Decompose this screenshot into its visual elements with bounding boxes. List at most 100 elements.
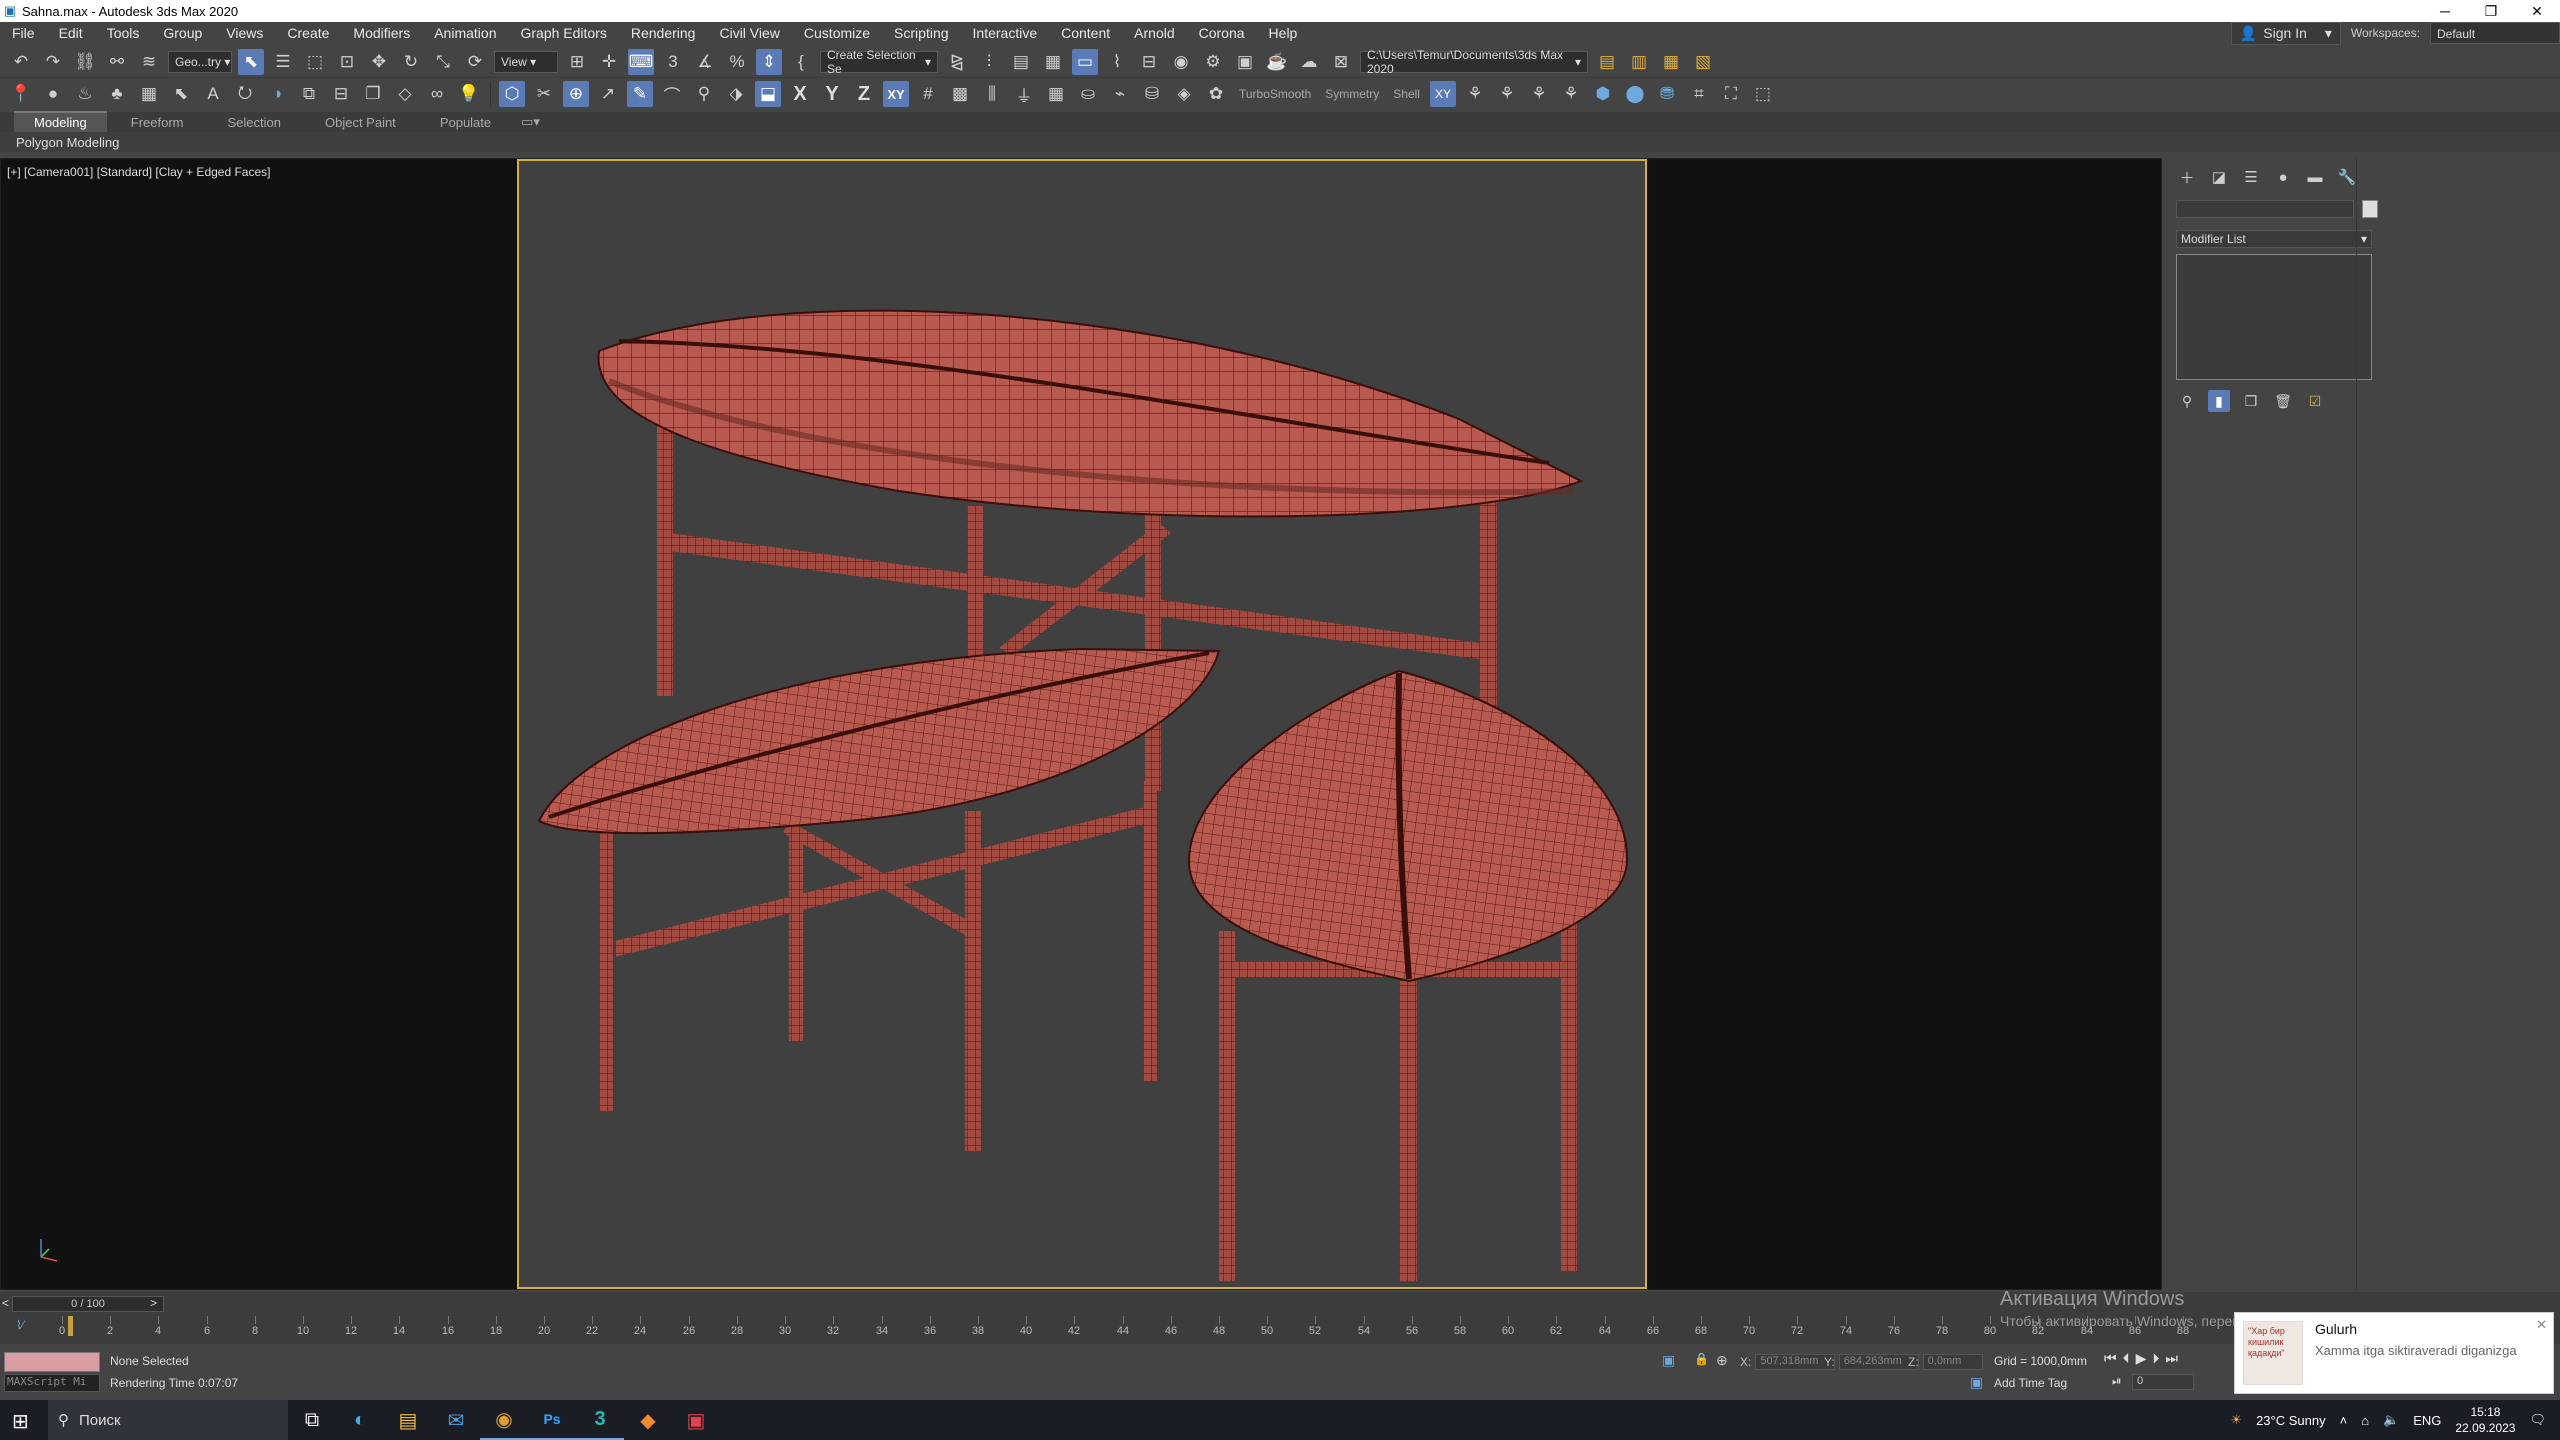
pin-icon[interactable]: 📍 bbox=[8, 81, 34, 107]
sphere-icon[interactable]: ● bbox=[40, 81, 66, 107]
edit-named-selection-icon[interactable]: { bbox=[788, 49, 814, 75]
align-icon[interactable]: ⫶ bbox=[976, 49, 1002, 75]
axis-y-button[interactable]: Y bbox=[819, 83, 845, 106]
named-selection-dropdown[interactable]: Create Selection Se ▾ bbox=[820, 48, 938, 76]
grid-icon[interactable]: ▦ bbox=[136, 81, 162, 107]
ribbon-options-icon[interactable]: ▭▾ bbox=[515, 112, 546, 132]
pivot-center-object-icon[interactable]: ⚘ bbox=[1526, 81, 1552, 107]
schematic-view-icon[interactable]: ⊟ bbox=[1136, 49, 1162, 75]
tab-object-paint[interactable]: Object Paint bbox=[305, 113, 416, 132]
axis-z-button[interactable]: Z bbox=[851, 83, 877, 106]
loop-tool-icon[interactable]: ⭮ bbox=[232, 81, 258, 107]
connect-icon[interactable]: ↗ bbox=[595, 81, 621, 107]
relax-icon[interactable]: ⌒ bbox=[659, 81, 685, 107]
track-bar[interactable]: 0 2 4 6 8 10 12 14 16 18 20 22 24 26 28 30 32 34 36 38 40 42 4… bbox=[59, 1316, 2212, 1342]
select-manipulate-icon[interactable]: ✛ bbox=[596, 49, 622, 75]
menu-rendering[interactable]: Rendering bbox=[619, 25, 708, 41]
tab-freeform[interactable]: Freeform bbox=[111, 113, 204, 132]
absolute-mode-icon[interactable]: ⊕ bbox=[1716, 1352, 1728, 1369]
tab-modeling[interactable]: Modeling bbox=[14, 111, 107, 132]
window-crossing-icon[interactable]: ⊡ bbox=[334, 49, 360, 75]
angle-snap-icon[interactable]: ∡ bbox=[692, 49, 718, 75]
time-tag-icon[interactable]: ▣ bbox=[1970, 1374, 1983, 1391]
sign-in-button[interactable]: 👤 Sign In ▾ bbox=[2230, 21, 2341, 45]
time-slider[interactable]: 0 / 100 bbox=[12, 1296, 164, 1312]
cut-tool-icon[interactable]: ✂ bbox=[531, 81, 557, 107]
move-icon[interactable]: ✥ bbox=[366, 49, 392, 75]
bevel-icon[interactable]: ⬗ bbox=[723, 81, 749, 107]
tube-icon[interactable]: ⛁ bbox=[1139, 81, 1165, 107]
viewport[interactable]: [+] [Camera001] [Standard] [Clay + Edged… bbox=[0, 158, 2162, 1290]
material-sphere-icon[interactable]: ◑ bbox=[264, 81, 290, 107]
region-select-icon[interactable]: ⬚ bbox=[302, 49, 328, 75]
taskbar-search[interactable]: ⚲ Поиск bbox=[48, 1400, 288, 1440]
time-slider-next-icon[interactable]: > bbox=[150, 1296, 157, 1310]
tab-populate[interactable]: Populate bbox=[420, 113, 511, 132]
modify-tab-icon[interactable]: ◪ bbox=[2208, 166, 2230, 188]
add-time-tag[interactable]: Add Time Tag bbox=[1994, 1376, 2067, 1390]
link-icon[interactable]: ⛓ bbox=[72, 49, 98, 75]
toast-notification[interactable]: "Хар бир кишилик қадақди" Gulurh Xamma i… bbox=[2234, 1312, 2554, 1394]
language-indicator[interactable]: ENG bbox=[2413, 1413, 2441, 1428]
minimize-button[interactable]: ─ bbox=[2422, 0, 2468, 22]
keyboard-shortcut-override-icon[interactable]: ⌨ bbox=[628, 48, 654, 75]
weather-label[interactable]: 23°C Sunny bbox=[2256, 1413, 2326, 1428]
bucket-icon[interactable]: ⛀ bbox=[1075, 81, 1101, 107]
mirror-axis-icon[interactable]: ⏚ bbox=[1011, 81, 1037, 107]
redo-icon[interactable]: ↷ bbox=[40, 49, 66, 75]
snaps-toggle-icon[interactable]: 3 bbox=[660, 49, 686, 75]
mail-icon[interactable]: ✉ bbox=[432, 1400, 480, 1440]
quad-view-icon[interactable]: ⧉ bbox=[296, 81, 322, 107]
reference-coordinate-dropdown[interactable]: View ▾ bbox=[494, 50, 558, 73]
menu-views[interactable]: Views bbox=[214, 25, 275, 41]
box-primitive-icon[interactable]: ⬢ bbox=[1590, 81, 1616, 107]
render-setup-icon[interactable]: ⚙ bbox=[1200, 49, 1226, 75]
tab-selection[interactable]: Selection bbox=[208, 113, 301, 132]
mirror-object-icon[interactable]: ⊟ bbox=[328, 81, 354, 107]
network-icon[interactable]: ⌂ bbox=[2361, 1413, 2369, 1428]
symmetry-label[interactable]: Symmetry bbox=[1321, 87, 1383, 101]
xy-constraint-icon[interactable]: XY bbox=[1429, 81, 1456, 107]
bind-spacewarp-icon[interactable]: ≋ bbox=[136, 49, 162, 75]
checker-pattern-icon[interactable]: ▦ bbox=[1043, 81, 1069, 107]
polygon-modeling-label[interactable]: Polygon Modeling bbox=[16, 135, 119, 150]
clock[interactable]: 15:18 22.09.2023 bbox=[2455, 1404, 2515, 1436]
app-red-icon[interactable]: ▣ bbox=[672, 1400, 720, 1440]
set-project-icon[interactable]: ▧ bbox=[1690, 49, 1716, 75]
remove-modifier-icon[interactable]: 🗑 bbox=[2272, 390, 2294, 412]
unlink-icon[interactable]: ⚯ bbox=[104, 49, 130, 75]
dotted-rectangle-icon[interactable]: ⛶ bbox=[1718, 81, 1744, 107]
go-to-end-icon[interactable]: ⏭ bbox=[2165, 1350, 2178, 1367]
text-tool-icon[interactable]: A bbox=[200, 81, 226, 107]
maxscript-listener-color[interactable] bbox=[4, 1352, 100, 1372]
paint-select-icon[interactable]: ✎ bbox=[627, 81, 653, 107]
create-project-icon[interactable]: ▥ bbox=[1626, 49, 1652, 75]
undo-icon[interactable]: ↶ bbox=[8, 49, 34, 75]
edge-icon[interactable]: ◐ bbox=[336, 1400, 384, 1440]
link-chain-icon[interactable]: ∞ bbox=[424, 81, 450, 107]
menu-create[interactable]: Create bbox=[275, 25, 341, 41]
menu-customize[interactable]: Customize bbox=[792, 25, 882, 41]
time-slider-prev-icon[interactable]: < bbox=[2, 1296, 9, 1310]
pivot-icon[interactable]: ⚘ bbox=[1462, 81, 1488, 107]
menu-graph-editors[interactable]: Graph Editors bbox=[508, 25, 618, 41]
create-tab-icon[interactable]: ＋ bbox=[2176, 166, 2198, 188]
camera-safe-frame[interactable] bbox=[517, 159, 1647, 1289]
open-project-icon[interactable]: ▦ bbox=[1658, 49, 1684, 75]
start-button[interactable]: ⊞ bbox=[12, 1409, 29, 1434]
volume-icon[interactable]: 🔈 bbox=[2383, 1412, 2399, 1428]
turbosmooth-icon[interactable]: ✿ bbox=[1203, 81, 1229, 107]
select-by-name-icon[interactable]: ☰ bbox=[270, 49, 296, 75]
menu-content[interactable]: Content bbox=[1049, 25, 1122, 41]
render-in-cloud-icon[interactable]: ☁ bbox=[1296, 49, 1322, 75]
object-color-swatch[interactable] bbox=[2362, 200, 2378, 218]
small-leaf-table[interactable] bbox=[1187, 669, 1629, 1281]
isolate-selection-icon[interactable]: ▣ bbox=[1662, 1352, 1675, 1369]
curve-editor-icon[interactable]: ⌇ bbox=[1104, 49, 1130, 75]
symmetry-axis-icon[interactable]: ⫼ bbox=[979, 81, 1005, 107]
pivot-align-icon[interactable]: ⚘ bbox=[1494, 81, 1520, 107]
3dsmax-icon[interactable]: 3 bbox=[576, 1400, 624, 1440]
menu-group[interactable]: Group bbox=[151, 25, 214, 41]
spinner-snap-icon[interactable]: ⇕ bbox=[756, 48, 782, 75]
close-icon[interactable]: ✕ bbox=[2536, 1317, 2547, 1333]
